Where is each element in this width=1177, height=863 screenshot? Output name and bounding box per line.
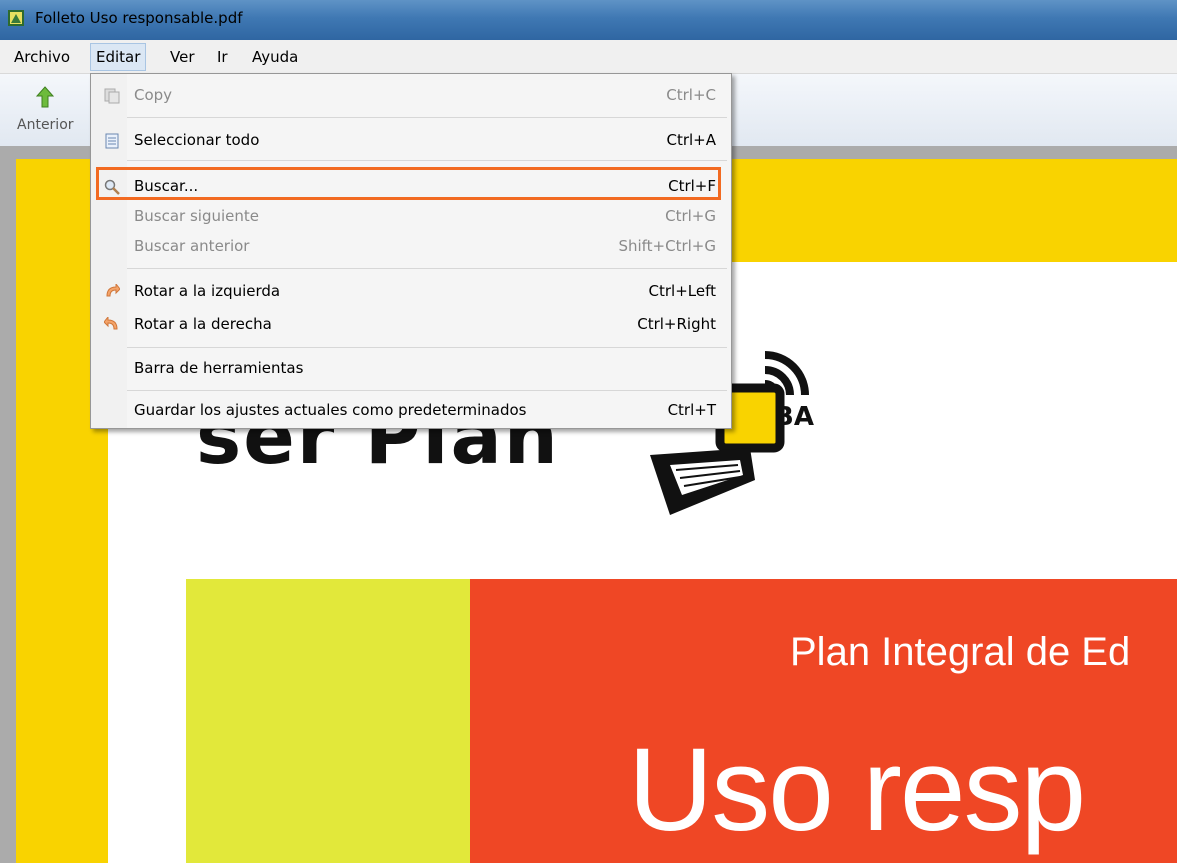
menu-separator (127, 268, 727, 269)
menu-item-rotar-izquierda[interactable]: Rotar a la izquierda Ctrl+Left (91, 277, 731, 307)
copy-icon (104, 88, 120, 104)
previous-button[interactable]: Anterior (8, 78, 88, 140)
menu-item-guardar-ajustes[interactable]: Guardar los ajustes actuales como predet… (91, 396, 731, 426)
title-bar: Folleto Uso responsable.pdf (0, 0, 1177, 40)
lime-block (186, 579, 470, 863)
menu-item-label: Buscar anterior (134, 237, 250, 255)
rotate-left-icon (106, 284, 120, 297)
menu-item-shortcut: Ctrl+Left (648, 282, 716, 300)
app-icon (8, 10, 24, 26)
plan-heading: Plan Integral de Ed (790, 630, 1131, 674)
menu-item-copy[interactable]: Copy Ctrl+C (91, 81, 731, 111)
menu-item-barra-herramientas[interactable]: Barra de herramientas (91, 354, 731, 384)
menu-editar[interactable]: Editar (90, 43, 147, 71)
logo-ba: BA (774, 402, 814, 432)
menu-separator (127, 117, 727, 118)
highlight-annotation (96, 167, 721, 200)
previous-label: Anterior (17, 117, 74, 133)
menu-separator (127, 160, 727, 161)
menu-item-shortcut: Ctrl+A (666, 131, 716, 149)
menu-item-shortcut: Ctrl+G (665, 207, 716, 225)
menu-item-label: Seleccionar todo (134, 131, 260, 149)
edit-menu-dropdown: Copy Ctrl+C Seleccionar todo Ctrl+A Busc… (90, 73, 732, 429)
menu-item-label: Buscar siguiente (134, 207, 260, 225)
menu-item-seleccionar-todo[interactable]: Seleccionar todo Ctrl+A (91, 126, 731, 156)
menu-item-label: Copy (134, 86, 173, 104)
menu-bar: Archivo Editar Ver Ir Ayuda (0, 40, 1177, 74)
window-title: Folleto Uso responsable.pdf (35, 9, 243, 27)
menu-item-shortcut: Ctrl+Right (637, 315, 716, 333)
menu-ver[interactable]: Ver (170, 48, 195, 66)
menu-item-shortcut: Shift+Ctrl+G (618, 237, 716, 255)
menu-item-buscar-siguiente[interactable]: Buscar siguiente Ctrl+G (91, 202, 731, 232)
up-arrow-icon (36, 86, 54, 108)
menu-item-shortcut: Ctrl+C (666, 86, 716, 104)
menu-item-label: Rotar a la derecha (134, 315, 272, 333)
menu-item-label: Guardar los ajustes actuales como predet… (134, 401, 527, 419)
menu-item-rotar-derecha[interactable]: Rotar a la derecha Ctrl+Right (91, 310, 731, 340)
menu-separator (127, 390, 727, 391)
menu-item-buscar-anterior[interactable]: Buscar anterior Shift+Ctrl+G (91, 232, 731, 262)
menu-item-label: Rotar a la izquierda (134, 282, 281, 300)
menu-separator (127, 347, 727, 348)
menu-item-shortcut: Ctrl+T (667, 401, 716, 419)
select-all-icon (105, 133, 119, 149)
menu-item-label: Barra de herramientas (134, 359, 304, 377)
document-title: Uso resp (628, 724, 1086, 856)
menu-archivo[interactable]: Archivo (14, 48, 70, 66)
rotate-right-icon (104, 317, 118, 330)
menu-ayuda[interactable]: Ayuda (252, 48, 298, 66)
menu-ir[interactable]: Ir (217, 48, 228, 66)
